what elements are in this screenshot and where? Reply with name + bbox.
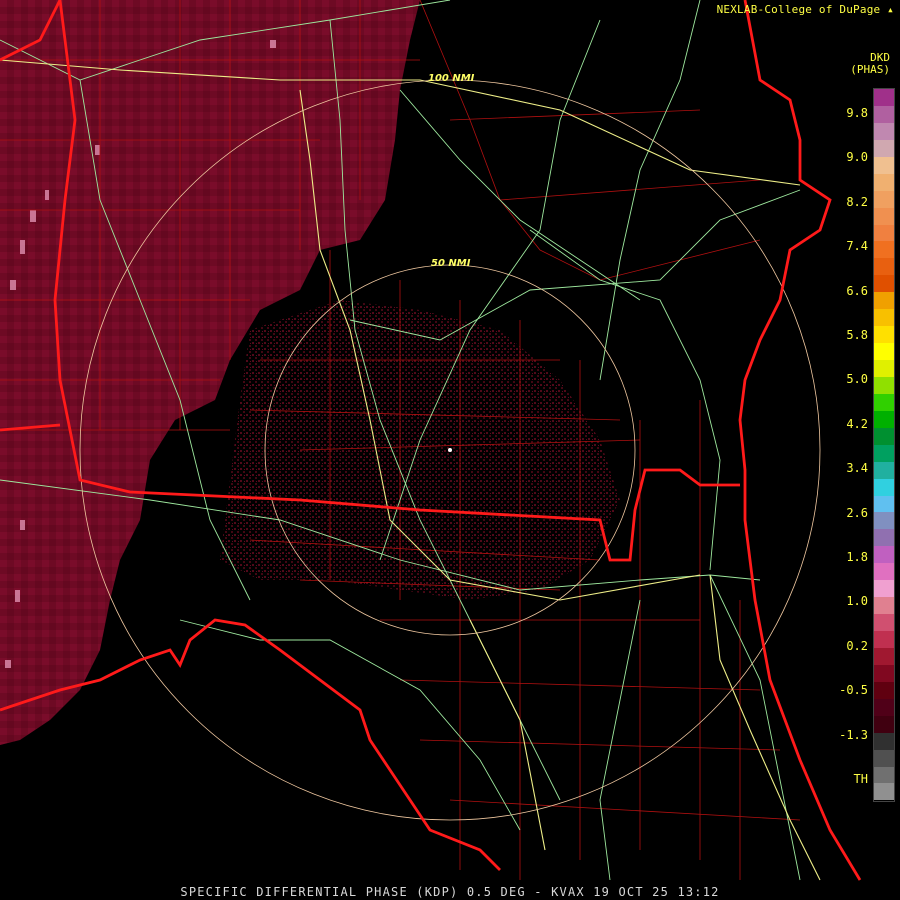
legend-swatch bbox=[874, 139, 894, 157]
legend-colorbar bbox=[873, 88, 895, 802]
legend-swatch bbox=[874, 207, 894, 225]
legend-swatch bbox=[874, 647, 894, 665]
legend-swatch bbox=[874, 224, 894, 242]
legend-swatch bbox=[874, 376, 894, 394]
legend-swatch bbox=[874, 478, 894, 496]
legend-label: 6.6 bbox=[846, 283, 868, 298]
legend-label: 9.0 bbox=[846, 150, 868, 165]
legend-swatch bbox=[874, 360, 894, 377]
legend-swatch bbox=[874, 563, 894, 581]
legend-swatch bbox=[874, 105, 894, 123]
legend-title-product: (PHAS) bbox=[850, 63, 890, 76]
legend-swatch bbox=[874, 698, 894, 716]
legend-label: 3.4 bbox=[846, 461, 868, 476]
legend-label: 5.0 bbox=[846, 372, 868, 387]
range-ring-label-100: 100 NMI bbox=[428, 73, 475, 84]
legend-label: 7.4 bbox=[846, 239, 868, 254]
legend-label: 1.8 bbox=[846, 550, 868, 564]
legend-swatch bbox=[874, 512, 894, 530]
legend-swatch bbox=[874, 343, 894, 360]
legend-title: DKD (PHAS) bbox=[850, 52, 890, 76]
legend-label: -1.3 bbox=[839, 727, 868, 742]
legend-swatch bbox=[874, 546, 894, 564]
legend-swatch bbox=[874, 275, 894, 293]
range-ring-label-50: 50 NMI bbox=[431, 258, 471, 269]
legend-swatch bbox=[874, 326, 894, 344]
legend-swatch bbox=[874, 190, 894, 208]
radar-site-marker bbox=[448, 448, 452, 452]
speckle-region bbox=[220, 300, 620, 600]
product-caption: SPECIFIC DIFFERENTIAL PHASE (KDP) 0.5 DE… bbox=[180, 885, 720, 899]
legend-swatch bbox=[874, 122, 894, 140]
nexlab-logo-icon: ▴ bbox=[887, 3, 894, 16]
legend-swatch bbox=[874, 156, 894, 174]
legend-swatch bbox=[874, 292, 894, 310]
legend-swatch bbox=[874, 631, 894, 648]
legend-swatch bbox=[874, 241, 894, 259]
legend-swatch bbox=[874, 89, 894, 106]
legend-swatch bbox=[874, 732, 894, 750]
legend-swatch bbox=[874, 529, 894, 547]
legend-swatch bbox=[874, 580, 894, 598]
legend-label: 9.8 bbox=[846, 106, 868, 120]
legend-swatch bbox=[874, 495, 894, 513]
legend-swatch bbox=[874, 461, 894, 479]
legend-label: -0.5 bbox=[839, 683, 868, 698]
credit-text: NEXLAB-College of DuPage bbox=[716, 3, 881, 16]
legend-label: 8.2 bbox=[846, 194, 868, 209]
legend-swatch bbox=[874, 258, 894, 276]
legend-swatch bbox=[874, 783, 894, 801]
legend-swatch bbox=[874, 410, 894, 428]
legend-label: 4.2 bbox=[846, 416, 868, 431]
legend-swatch bbox=[874, 173, 894, 191]
legend-swatch bbox=[874, 393, 894, 411]
legend-swatch bbox=[874, 597, 894, 615]
site-credit: NEXLAB-College of DuPage ▴ bbox=[717, 3, 894, 16]
legend-label: 5.8 bbox=[846, 328, 868, 342]
legend-label: TH bbox=[853, 772, 868, 786]
legend-swatch bbox=[874, 715, 894, 733]
legend-swatch bbox=[874, 681, 894, 699]
legend-swatch bbox=[874, 614, 894, 631]
legend-swatch bbox=[874, 309, 894, 327]
legend-label: 0.2 bbox=[846, 638, 868, 653]
legend-label: 2.6 bbox=[846, 505, 868, 520]
legend-swatch bbox=[874, 766, 894, 784]
legend-swatch bbox=[874, 444, 894, 462]
legend-swatch bbox=[874, 749, 894, 767]
legend-swatch bbox=[874, 664, 894, 682]
legend-label: 1.0 bbox=[846, 594, 868, 609]
legend-swatch bbox=[874, 427, 894, 445]
radar-map bbox=[0, 0, 862, 881]
